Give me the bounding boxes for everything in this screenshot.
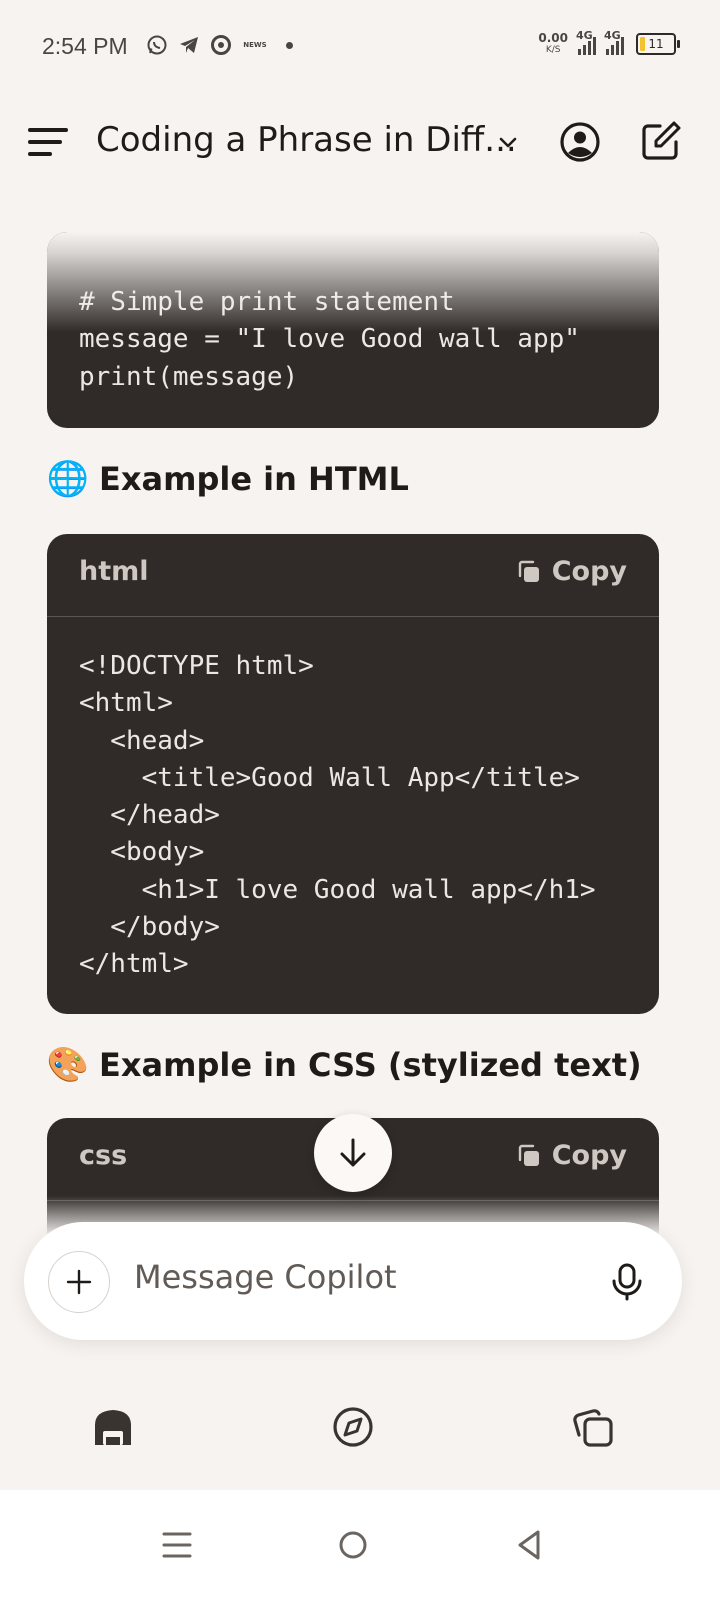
html-code: <!DOCTYPE html> <html> <head> <title>Goo… [79, 651, 596, 980]
scroll-to-bottom-button[interactable] [314, 1114, 392, 1192]
css-section-heading: 🎨 Example in CSS (stylized text) [47, 1044, 642, 1086]
add-attachment-button[interactable] [48, 1251, 110, 1313]
arrow-down-icon [340, 1138, 366, 1167]
chat-content[interactable]: # Simple print statement message = "I lo… [0, 196, 720, 1236]
more-notifications-dot [286, 41, 293, 49]
message-input[interactable] [134, 1258, 574, 1296]
signal-2-icon: 4G [604, 29, 624, 55]
html-section-title: Example in HTML [99, 460, 409, 498]
system-navigation-bar [0, 1490, 720, 1600]
copy-button[interactable]: Copy [516, 556, 627, 587]
new-chat-icon[interactable] [638, 120, 682, 164]
chevron-down-icon[interactable] [496, 130, 520, 154]
whatsapp-icon [146, 34, 168, 56]
plus-icon [66, 1269, 92, 1295]
menu-icon[interactable] [28, 126, 68, 158]
python-code-block: # Simple print statement message = "I lo… [47, 232, 659, 428]
palette-icon: 🎨 [46, 1045, 90, 1085]
copy-icon [518, 1144, 539, 1166]
status-bar: 2:54 PM NEWS 0.00 K/S 4G 4G 11 [0, 0, 720, 96]
copy-button[interactable]: Copy [516, 1140, 627, 1171]
signal-1-icon: 4G [576, 29, 596, 55]
status-indicators: 0.00 K/S 4G 4G 11 [538, 29, 680, 56]
notification-icons: NEWS [146, 34, 293, 56]
back-icon[interactable] [512, 1528, 546, 1562]
css-section-title: Example in CSS (stylized text) [99, 1046, 642, 1084]
recents-icon[interactable] [160, 1528, 194, 1562]
python-code: # Simple print statement message = "I lo… [79, 287, 580, 392]
status-time: 2:54 PM [42, 33, 128, 59]
message-composer [24, 1222, 682, 1340]
copy-icon [518, 560, 539, 582]
bottom-navigation [0, 1385, 720, 1475]
telegram-icon [178, 34, 200, 56]
battery-icon: 11 [636, 33, 680, 55]
news-icon: NEWS [243, 40, 267, 49]
discover-icon[interactable] [331, 1405, 375, 1449]
html-code-block: html Copy <!DOCTYPE html> <html> <head> … [47, 534, 659, 1014]
code-language-label: html [79, 556, 149, 587]
chrome-icon [210, 34, 232, 56]
globe-icon: 🌐 [46, 459, 90, 499]
html-section-heading: 🌐 Example in HTML [47, 458, 409, 500]
microphone-icon[interactable] [610, 1262, 644, 1302]
code-language-label: css [79, 1140, 128, 1171]
code-block-header: html Copy [47, 534, 659, 617]
home-icon[interactable] [91, 1405, 135, 1449]
profile-icon[interactable] [558, 120, 602, 164]
network-speed: 0.00 K/S [538, 31, 568, 55]
home-circle-icon[interactable] [336, 1528, 370, 1562]
pages-icon[interactable] [571, 1405, 615, 1449]
conversation-title[interactable]: Coding a Phrase in Diff... [96, 120, 517, 160]
app-header: Coding a Phrase in Diff... [0, 100, 720, 184]
